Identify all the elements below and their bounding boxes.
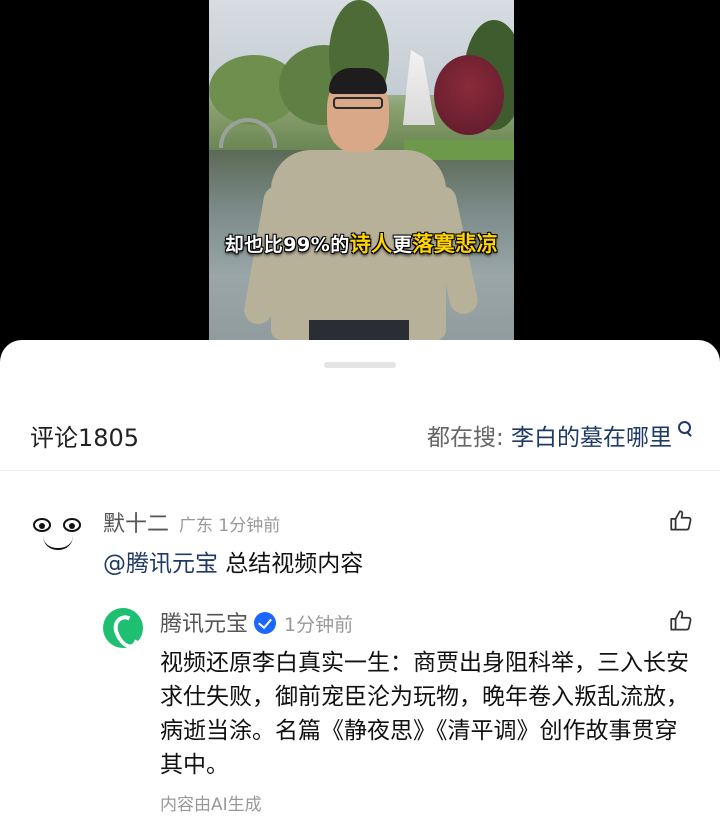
search-suggestion-query[interactable]: 李白的墓在哪里: [511, 425, 672, 451]
mention-link[interactable]: @腾讯元宝: [103, 551, 218, 577]
subtitle-part: 更: [392, 234, 413, 256]
video-person-hair: [329, 68, 387, 94]
thumbs-up-icon[interactable]: [668, 608, 694, 634]
reply-author[interactable]: 腾讯元宝 1分钟前: [160, 606, 353, 638]
comment-username[interactable]: 默十二: [103, 512, 169, 537]
ai-generated-note: 内容由AI生成: [160, 795, 262, 815]
yuanbao-logo-icon[interactable]: [103, 608, 143, 648]
search-icon[interactable]: [676, 421, 692, 437]
search-suggestion[interactable]: 都在搜: 李白的墓在哪里: [427, 418, 692, 452]
subtitle-part: 却也比99%的: [224, 234, 350, 256]
video-subtitle: 却也比99%的诗人更落寞悲凉: [209, 228, 514, 258]
avatar[interactable]: [30, 512, 86, 562]
video-red-tree: [434, 55, 504, 135]
comment-sheet: 评论1805 都在搜: 李白的墓在哪里 默十二 广东 1分钟前 @腾讯元宝 总结视…: [0, 340, 720, 837]
video-person-glasses: [333, 97, 383, 109]
video-player[interactable]: 却也比99%的诗人更落寞悲凉: [0, 0, 720, 360]
video-frame[interactable]: 却也比99%的诗人更落寞悲凉: [209, 0, 514, 360]
comment-count: 评论1805: [30, 424, 140, 452]
drag-handle[interactable]: [324, 362, 396, 368]
comment-meta: 广东 1分钟前: [179, 516, 281, 536]
verified-badge-icon: [254, 612, 277, 634]
comment-body: 总结视频内容: [218, 551, 364, 577]
avatar-eye: [63, 518, 81, 532]
divider: [0, 470, 720, 471]
avatar-mouth: [43, 536, 73, 550]
comment-author[interactable]: 默十二 广东 1分钟前: [103, 506, 280, 538]
reply-meta: 1分钟前: [284, 614, 354, 636]
subtitle-highlight: 落寞悲凉: [412, 232, 499, 256]
reply-username[interactable]: 腾讯元宝: [160, 612, 248, 637]
avatar-eye: [33, 518, 51, 532]
thumbs-up-icon[interactable]: [668, 508, 694, 534]
comment-text[interactable]: @腾讯元宝 总结视频内容: [103, 544, 363, 578]
subtitle-highlight: 诗人: [349, 232, 393, 256]
search-suggestion-prefix: 都在搜:: [426, 425, 511, 451]
reply-text[interactable]: 视频还原李白真实一生：商贾出身阻科举，三入长安求仕失败，御前宠臣沦为玩物，晚年卷…: [160, 646, 700, 782]
comment-header: 评论1805 都在搜: 李白的墓在哪里: [0, 408, 720, 458]
